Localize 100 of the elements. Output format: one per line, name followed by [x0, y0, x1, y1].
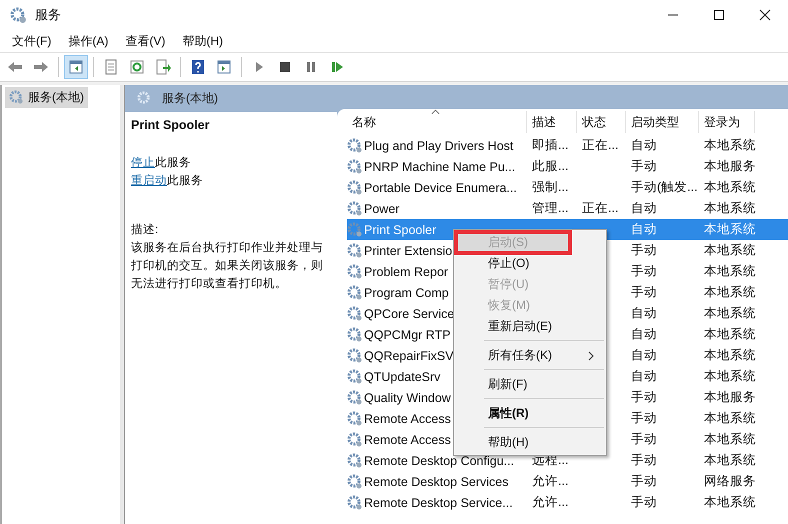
- table-cell: 本地系统: [704, 432, 756, 446]
- table-cell: 本地系统: [704, 180, 756, 194]
- maximize-icon[interactable]: [713, 9, 725, 21]
- gear-icon: [10, 6, 27, 24]
- gear-icon: [347, 368, 363, 384]
- gear-icon: [347, 474, 363, 490]
- table-cell: 自动: [631, 327, 657, 341]
- menu-item[interactable]: 查看(V): [125, 32, 166, 50]
- menu-item[interactable]: 停止(O): [456, 253, 604, 274]
- menu-item[interactable]: 帮助(H): [182, 32, 223, 50]
- table-cell: 本地系统: [704, 222, 756, 236]
- gear-icon: [347, 348, 363, 364]
- table-cell: 强制...: [532, 180, 568, 194]
- table-cell: 即插...: [532, 138, 568, 152]
- action-link[interactable]: 重启动: [131, 175, 167, 187]
- table-cell[interactable]: PNRP Machine Name Pu...: [364, 160, 516, 174]
- table-cell: 自动: [631, 306, 657, 320]
- column-header[interactable]: 状态: [577, 111, 626, 133]
- table-cell: 本地系统: [704, 264, 756, 278]
- table-cell[interactable]: QPCore Service: [364, 306, 454, 320]
- table-cell[interactable]: QQRepairFixSV: [364, 348, 454, 362]
- column-header[interactable]: 登录为: [699, 111, 755, 133]
- table-cell[interactable]: Program Comp: [364, 286, 449, 300]
- table-cell: 正在...: [582, 138, 618, 152]
- table-cell: 手动: [631, 264, 657, 278]
- table-cell: 自动: [631, 348, 657, 362]
- table-cell[interactable]: QTUpdateSrv: [364, 370, 440, 384]
- gear-icon: [347, 284, 363, 300]
- table-cell: 本地系统: [704, 306, 756, 320]
- gear-icon: [347, 222, 363, 238]
- gear-icon: [347, 306, 363, 322]
- table-cell: 本地系统: [704, 369, 756, 383]
- column-header[interactable]: 启动类型: [626, 111, 699, 133]
- menu-item[interactable]: 文件(F): [12, 32, 52, 50]
- menu-item[interactable]: 所有任务(K): [456, 345, 604, 366]
- description-text: 该服务在后台执行打印作业并处理与打印机的交互。如果关闭该服务，则无法进行打印或查看打印机。: [131, 240, 324, 292]
- table-cell[interactable]: Remote Desktop Service...: [364, 496, 513, 510]
- table-cell: 本地系统: [704, 495, 756, 509]
- table-cell[interactable]: Portable Device Enumera...: [364, 180, 517, 194]
- table-cell: 手动: [631, 453, 657, 467]
- window-title: 服务: [35, 6, 61, 24]
- column-header[interactable]: 描述: [527, 111, 577, 133]
- gear-icon: [347, 326, 363, 342]
- menu-item[interactable]: 操作(A): [68, 32, 108, 50]
- table-cell: 自动: [631, 201, 657, 215]
- gear-icon: [347, 242, 363, 258]
- table-cell: 本地系统: [704, 327, 756, 341]
- menu-item[interactable]: 刷新(F): [456, 374, 604, 395]
- table-cell: 正在...: [582, 201, 618, 215]
- table-cell[interactable]: Remote Access: [364, 432, 451, 446]
- service-name: Print Spooler: [131, 118, 210, 132]
- menu-item[interactable]: 帮助(H): [456, 432, 604, 453]
- table-cell: 手动(触发...: [631, 180, 698, 194]
- gear-icon: [137, 91, 152, 106]
- menu-item[interactable]: 重新启动(E): [456, 316, 604, 337]
- table-cell[interactable]: QQPCMgr RTP: [364, 328, 451, 342]
- menu-item[interactable]: 属性(R): [456, 403, 604, 424]
- table-cell: 手动: [631, 432, 657, 446]
- table-cell[interactable]: Remote Access: [364, 412, 451, 426]
- gear-icon: [347, 200, 363, 216]
- action-link[interactable]: 停止: [131, 157, 155, 169]
- description-label: 描述:: [131, 222, 160, 237]
- gear-icon: [347, 432, 363, 448]
- console-tree-icon[interactable]: [65, 56, 87, 78]
- table-cell: 本地系统: [704, 348, 756, 362]
- table-cell[interactable]: Plug and Play Drivers Host: [364, 138, 514, 152]
- gear-icon: [347, 390, 363, 406]
- table-cell[interactable]: Print Spooler: [364, 222, 436, 236]
- table-cell: 自动: [631, 369, 657, 383]
- table-cell: 自动: [631, 222, 657, 236]
- table-cell: 手动: [631, 159, 657, 173]
- table-cell[interactable]: Remote Desktop Configu...: [364, 454, 514, 468]
- table-cell: 手动: [631, 243, 657, 257]
- gear-icon: [347, 264, 363, 280]
- table-cell: 手动: [631, 495, 657, 509]
- table-cell[interactable]: Remote Desktop Services: [364, 474, 509, 488]
- table-cell: 本地服务: [704, 159, 756, 173]
- tree-item[interactable]: 服务(本地): [5, 87, 88, 108]
- column-header[interactable]: 名称: [347, 111, 527, 133]
- close-icon[interactable]: [759, 9, 771, 21]
- table-cell: 自动: [631, 138, 657, 152]
- gear-icon: [347, 452, 363, 468]
- action-text: 此服务: [155, 157, 191, 169]
- table-cell[interactable]: Power: [364, 202, 400, 216]
- table-cell: 允许...: [532, 495, 568, 509]
- table-cell: 本地系统: [704, 453, 756, 467]
- gear-icon: [9, 90, 24, 105]
- gear-icon: [347, 410, 363, 426]
- table-cell: 网络服务: [704, 474, 756, 488]
- table-cell: 此服...: [532, 159, 568, 173]
- gear-icon: [347, 494, 363, 510]
- table-cell[interactable]: Problem Repor: [364, 264, 448, 278]
- table-cell[interactable]: Quality Window: [364, 390, 451, 404]
- gear-icon: [347, 158, 363, 174]
- table-cell: 本地系统: [704, 201, 756, 215]
- action-text: 此服务: [167, 175, 203, 187]
- pane-title: 服务(本地): [162, 90, 218, 107]
- table-cell: 本地系统: [704, 243, 756, 257]
- table-cell[interactable]: Printer Extensio: [364, 244, 452, 258]
- table-cell: 本地服务: [704, 390, 756, 404]
